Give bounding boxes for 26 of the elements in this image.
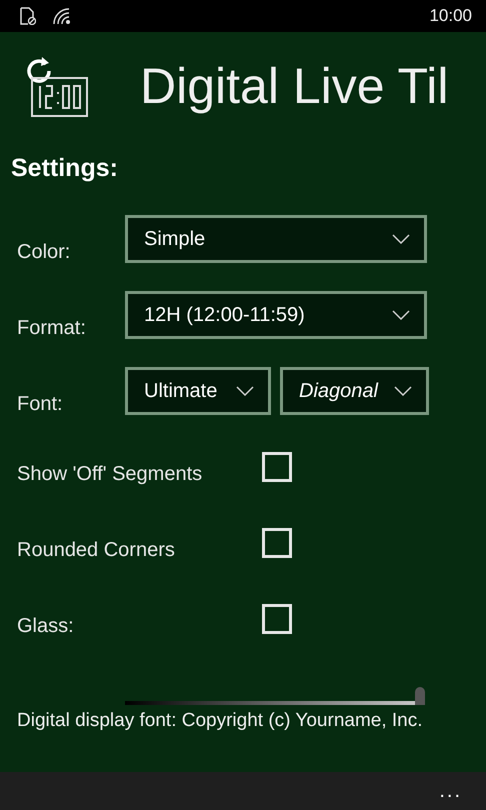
chevron-down-icon xyxy=(392,310,410,320)
checkbox[interactable] xyxy=(262,528,292,558)
settings-heading: Settings: xyxy=(11,154,119,183)
dropdown[interactable]: Ultimate xyxy=(125,367,271,415)
checkbox-label: Show 'Off' Segments xyxy=(17,462,204,486)
checkbox-label: Glass: xyxy=(17,614,75,638)
clock-time: 10:00 xyxy=(429,6,472,26)
chevron-down-icon xyxy=(392,234,410,244)
checkbox[interactable] xyxy=(262,604,292,634)
checkbox[interactable] xyxy=(262,452,292,482)
copyright-text: Digital display font: Copyright (c) Yourname, Inc. xyxy=(17,709,424,733)
setting-label: Format: xyxy=(17,316,87,340)
sim-icon xyxy=(20,7,36,25)
dropdown[interactable]: 12H (12:00-11:59) xyxy=(125,291,427,339)
wifi-icon xyxy=(52,7,72,25)
app-title: Digital Live Til xyxy=(140,57,448,115)
chevron-down-icon xyxy=(394,386,412,396)
slider-thumb[interactable] xyxy=(415,687,425,705)
more-button[interactable]: ... xyxy=(435,781,466,801)
setting-label: Color: xyxy=(17,240,72,264)
dropdown[interactable]: Simple xyxy=(125,215,427,263)
slider[interactable] xyxy=(125,687,425,705)
dropdown[interactable]: Diagonal xyxy=(280,367,429,415)
setting-label: Font: xyxy=(17,392,64,416)
checkbox-label: Rounded Corners xyxy=(17,538,176,562)
chevron-down-icon xyxy=(236,386,254,396)
